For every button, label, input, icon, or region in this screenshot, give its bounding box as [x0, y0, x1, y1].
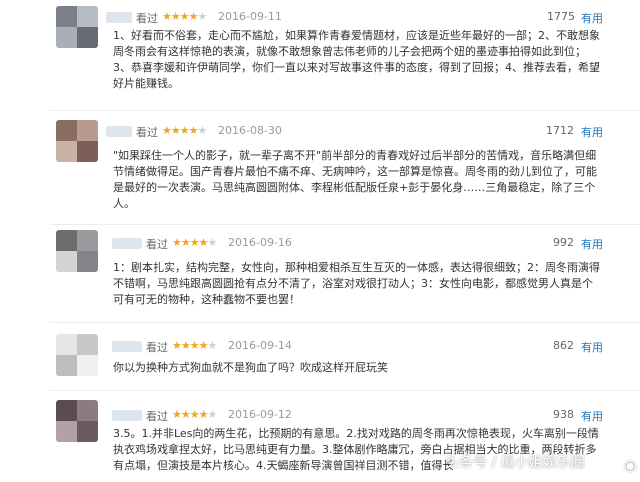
review-line: 1：剧本扎实，结构完整，女性向，那种相爱相杀互生互灭的一体感，表达得很细致；2：… [113, 261, 600, 274]
username[interactable] [106, 12, 132, 23]
star-icon: ★ [162, 10, 172, 23]
review-text: 你以为换种方式狗血就不是狗血了吗？吹成这样开屁玩笑 [113, 360, 633, 376]
avatar[interactable] [56, 334, 98, 376]
review-line: 周冬雨会有这样惊艳的表演，就像不敢想象曾志伟老师的儿子会把两个妞的墨迹事拍得如此… [113, 45, 586, 58]
review-line: 1、好看而不俗套，走心而不尴尬，如果算作青春爱情题材，应该是近些年最好的一部；2… [113, 29, 600, 42]
seen-label: 看过 [146, 238, 168, 251]
review-date: 2016-08-30 [218, 124, 282, 137]
rating-stars: ★★★★★ [172, 236, 218, 249]
star-icon: ★ [172, 339, 182, 352]
review-line: 你以为换种方式狗血就不是狗血了吗？吹成这样开屁玩笑 [113, 361, 388, 374]
review-date: 2016-09-12 [228, 408, 292, 421]
avatar[interactable] [56, 230, 98, 272]
star-icon: ★ [188, 124, 199, 137]
star-icon: ★ [207, 339, 218, 352]
star-icon: ★ [170, 10, 181, 23]
star-icon: ★ [172, 408, 182, 421]
seen-label: 看过 [146, 410, 168, 423]
rating-stars: ★★★★★ [162, 124, 208, 137]
review-line: 3、恭喜李媛和许伊萌同学，你们一直以来对写故事这件事的态度，得到了回报；4、推荐… [113, 61, 600, 74]
useful-button[interactable]: 有用 [581, 124, 603, 140]
vote-count: 1712 [546, 124, 574, 137]
star-icon: ★ [162, 124, 172, 137]
star-icon: ★ [197, 124, 208, 137]
review-line: 不错啊，马思纯跟高圆圆抢有点分不清了，浴室对戏很打动人；3：女性向电影，都感觉男… [113, 277, 593, 290]
star-icon: ★ [207, 408, 218, 421]
username[interactable] [106, 126, 132, 137]
avatar[interactable] [56, 120, 98, 162]
seen-label: 看过 [136, 126, 158, 139]
star-icon: ★ [207, 236, 218, 249]
review-line: 节情绪做得足。国产青春片最怕不痛不痒、无病呻吟，这一部算是惊喜。周冬雨的劲儿到位… [113, 165, 597, 178]
seen-label: 看过 [136, 12, 158, 25]
star-icon: ★ [179, 10, 190, 23]
divider [50, 224, 640, 225]
star-icon: ★ [189, 236, 200, 249]
useful-button[interactable]: 有用 [581, 408, 603, 424]
divider [50, 390, 640, 391]
username[interactable] [112, 410, 142, 421]
star-icon: ★ [189, 339, 200, 352]
divider [50, 110, 640, 111]
review-line: 是最好的一次表演。马思纯高圆圆附体、李程彬低配版任泉+彭于晏化身……三角最稳定，… [113, 181, 596, 194]
star-icon: ★ [170, 124, 181, 137]
review-line: 3.5。1.并非Les向的两生花，比预期的有意思。2.找对戏路的周冬雨再次惊艳表… [113, 427, 599, 440]
username[interactable] [112, 341, 142, 352]
review-line: 好片能赚钱。 [113, 77, 179, 90]
rating-stars: ★★★★★ [172, 339, 218, 352]
star-icon: ★ [197, 10, 208, 23]
watermark: 头条号 / 逗小姐娱乐圈 [445, 455, 585, 471]
vote-count: 862 [553, 339, 574, 352]
review-date: 2016-09-16 [228, 236, 292, 249]
vote-count: 938 [553, 408, 574, 421]
useful-button[interactable]: 有用 [581, 236, 603, 252]
star-icon: ★ [188, 10, 199, 23]
review-text: 1、好看而不俗套，走心而不尴尬，如果算作青春爱情题材，应该是近些年最好的一部；2… [113, 28, 633, 92]
star-icon: ★ [180, 408, 191, 421]
review-date: 2016-09-14 [228, 339, 292, 352]
star-icon: ★ [198, 339, 209, 352]
star-icon: ★ [179, 124, 190, 137]
vote-count: 992 [553, 236, 574, 249]
rating-stars: ★★★★★ [162, 10, 208, 23]
rating-stars: ★★★★★ [172, 408, 218, 421]
review-line: 可有可无的物种，这种蠢物不要也罢！ [113, 293, 300, 306]
divider [50, 322, 640, 323]
vote-count: 1775 [547, 10, 575, 23]
star-icon: ★ [172, 236, 182, 249]
username[interactable] [112, 238, 142, 249]
star-icon: ★ [198, 408, 209, 421]
star-icon: ★ [189, 408, 200, 421]
useful-button[interactable]: 有用 [581, 10, 603, 26]
review-text: 1：剧本扎实，结构完整，女性向，那种相爱相杀互生互灭的一体感，表达得很细致；2：… [113, 260, 633, 308]
star-icon: ★ [198, 236, 209, 249]
avatar[interactable] [56, 6, 98, 48]
star-icon: ★ [180, 339, 191, 352]
review-line: "如果踩住一个人的影子，就一辈子离不开"前半部分的青春戏好过后半部分的苦情戏，音… [113, 149, 597, 162]
star-icon: ★ [180, 236, 191, 249]
review-line: 人。 [113, 197, 135, 210]
useful-button[interactable]: 有用 [581, 339, 603, 355]
review-date: 2016-09-11 [218, 10, 282, 23]
avatar[interactable] [56, 400, 98, 442]
eye-icon: ◉ [624, 458, 637, 474]
review-text: "如果踩住一个人的影子，就一辈子离不开"前半部分的青春戏好过后半部分的苦情戏，音… [113, 148, 633, 212]
seen-label: 看过 [146, 341, 168, 354]
